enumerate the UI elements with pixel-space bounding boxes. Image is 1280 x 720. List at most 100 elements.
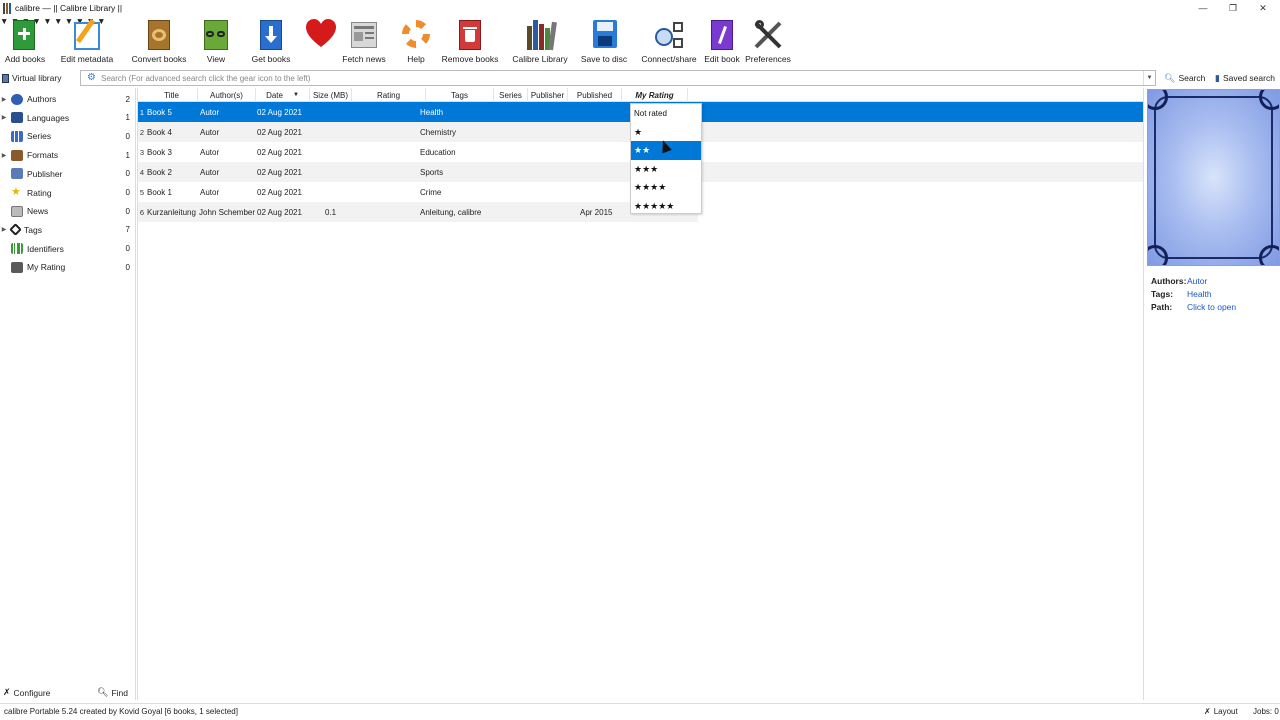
save-to-disc-button[interactable]: Save to disc [581,16,627,66]
expand-arrow-icon[interactable]: ▶ [0,226,8,233]
cell-date: 02 Aug 2021 [257,187,302,197]
calibre-library-icon [524,18,557,52]
bookmark-icon: ▮ [1215,72,1220,83]
connect-share-button[interactable]: Connect/share [640,16,698,66]
rating-option-not-rated[interactable]: Not rated [631,104,701,123]
expand-arrow-icon[interactable]: ▶ [0,96,8,103]
cell-size [325,122,353,142]
cell-size: 0.1 [325,207,337,217]
tag-browser-item-identifiers[interactable]: Identifiers 0 [0,240,134,258]
get-books-button[interactable]: Get books [250,16,292,66]
tag-browser-item-authors[interactable]: ▶ Authors 2 [0,90,134,108]
minimize-button[interactable]: — [1188,0,1218,16]
heart-icon [305,18,337,52]
maximize-button[interactable]: ❐ [1218,0,1248,16]
column-header-authors[interactable]: Author(s) [198,88,256,102]
edit-metadata-button[interactable]: Edit metadata [58,16,116,66]
tag-browser-item-my-rating[interactable]: My Rating 0 [0,258,134,276]
search-button[interactable]: 🔍︎ Search [1164,72,1205,84]
tags-icon [9,223,22,237]
cell-published [580,182,622,202]
rating-option-3-stars[interactable]: ★★★ [631,160,701,179]
column-header-tags[interactable]: Tags [426,88,494,102]
my-rating-dropdown: Not rated ★ ★★ ★★★ ★★★★ ★★★★★ [630,103,702,214]
search-icon: 🔍︎ [1164,72,1176,83]
cell-date: 02 Aug 2021 [257,107,302,117]
tag-browser-item-series[interactable]: Series 0 [0,127,134,145]
search-icon: 🔍︎ [97,687,109,697]
window-title: calibre — || Calibre Library || [15,3,123,13]
virtual-library-icon [2,73,9,83]
expand-arrow-icon[interactable]: ▶ [0,152,8,159]
convert-books-button[interactable]: Convert books [130,16,188,66]
donate-button[interactable] [304,16,338,66]
virtual-library-button[interactable]: Virtual library [2,71,61,85]
configure-button[interactable]: ✗ Configure [3,687,50,698]
rating-option-5-stars[interactable]: ★★★★★ [631,197,701,216]
cell-author: John Schember [199,207,256,217]
tag-browser-item-rating[interactable]: ★ Rating 0 [0,184,134,202]
book-details-panel: Authors: Autor Tags: Health Path: Click … [1151,274,1279,313]
cell-tags: Education [420,147,456,157]
series-icon [11,130,23,142]
status-bar: calibre Portable 5.24 created by Kovid G… [0,703,1280,720]
column-header-my-rating[interactable]: My Rating [622,88,688,102]
tag-link[interactable]: Health [1187,289,1212,299]
close-button[interactable]: ✕ [1248,0,1278,16]
edit-book-button[interactable]: Edit book [702,16,742,66]
wrench-icon: ✗ [3,687,11,697]
main-toolbar: Add books ▼ Edit metadata ▼ Convert book… [0,16,1280,66]
tag-browser: ▶ Authors 2 ▶ Languages 1 Series 0 ▶ For… [0,90,134,686]
add-books-button[interactable]: Add books [4,16,46,66]
rating-option-4-stars[interactable]: ★★★★ [631,178,701,197]
saved-search-button[interactable]: ▮ Saved search [1215,72,1275,84]
cell-author: Autor [200,127,220,137]
tag-browser-item-tags[interactable]: ▶ Tags 7 [0,221,134,239]
column-header-title[interactable]: Title [146,88,198,102]
tag-browser-item-formats[interactable]: ▶ Formats 1 [0,146,134,164]
column-header-date[interactable]: Date ▼ [256,88,310,102]
column-header-size[interactable]: Size (MB) [310,88,352,102]
find-button[interactable]: 🔍︎ Find [97,687,128,698]
help-button[interactable]: Help [400,16,432,66]
view-button[interactable]: View [200,16,232,66]
connect-share-icon [653,18,685,52]
expand-arrow-icon[interactable]: ▶ [0,114,8,121]
layout-button[interactable]: ✗ Layout [1204,707,1238,716]
panel-splitter[interactable] [135,88,136,700]
gear-icon[interactable]: ⚙ [87,73,97,83]
languages-icon [11,112,23,124]
cell-size [325,102,353,122]
rating-icon: ★ [11,186,21,198]
cover-ornament [1259,245,1279,265]
path-link[interactable]: Click to open [1187,302,1236,312]
preferences-button[interactable]: Preferences [745,16,791,66]
table-row[interactable]: 6 Kurzanleitung John Schember 02 Aug 202… [138,202,698,222]
authors-icon [11,93,23,105]
column-header-published[interactable]: Published [568,88,622,102]
calibre-library-button[interactable]: Calibre Library [512,16,568,66]
status-text: calibre Portable 5.24 created by Kovid G… [4,707,238,716]
remove-books-button[interactable]: Remove books [442,16,498,66]
author-link[interactable]: Autor [1187,276,1207,286]
jobs-indicator[interactable]: Jobs: 0 [1253,707,1279,716]
convert-books-icon [143,18,175,52]
fetch-news-button[interactable]: Fetch news [342,16,386,66]
cell-title: Book 2 [147,167,172,177]
search-placeholder: Search (For advanced search click the ge… [101,73,311,83]
cell-title: Book 3 [147,147,172,157]
column-header-rating[interactable]: Rating [352,88,426,102]
tag-browser-item-languages[interactable]: ▶ Languages 1 [0,109,134,127]
cell-tags: Health [420,107,444,117]
search-bar-row: Virtual library ⚙ Search (For advanced s… [0,69,1280,87]
column-header-publisher[interactable]: Publisher [528,88,568,102]
tag-browser-item-publisher[interactable]: Publisher 0 [0,165,134,183]
cell-size [325,162,353,182]
news-icon [11,205,23,217]
cell-published [580,102,622,122]
tag-browser-item-news[interactable]: News 0 [0,202,134,220]
book-cover[interactable] [1147,89,1280,266]
search-history-dropdown[interactable]: ▼ [1143,71,1155,85]
column-header-series[interactable]: Series [494,88,528,102]
search-input[interactable]: ⚙ Search (For advanced search click the … [80,70,1156,86]
